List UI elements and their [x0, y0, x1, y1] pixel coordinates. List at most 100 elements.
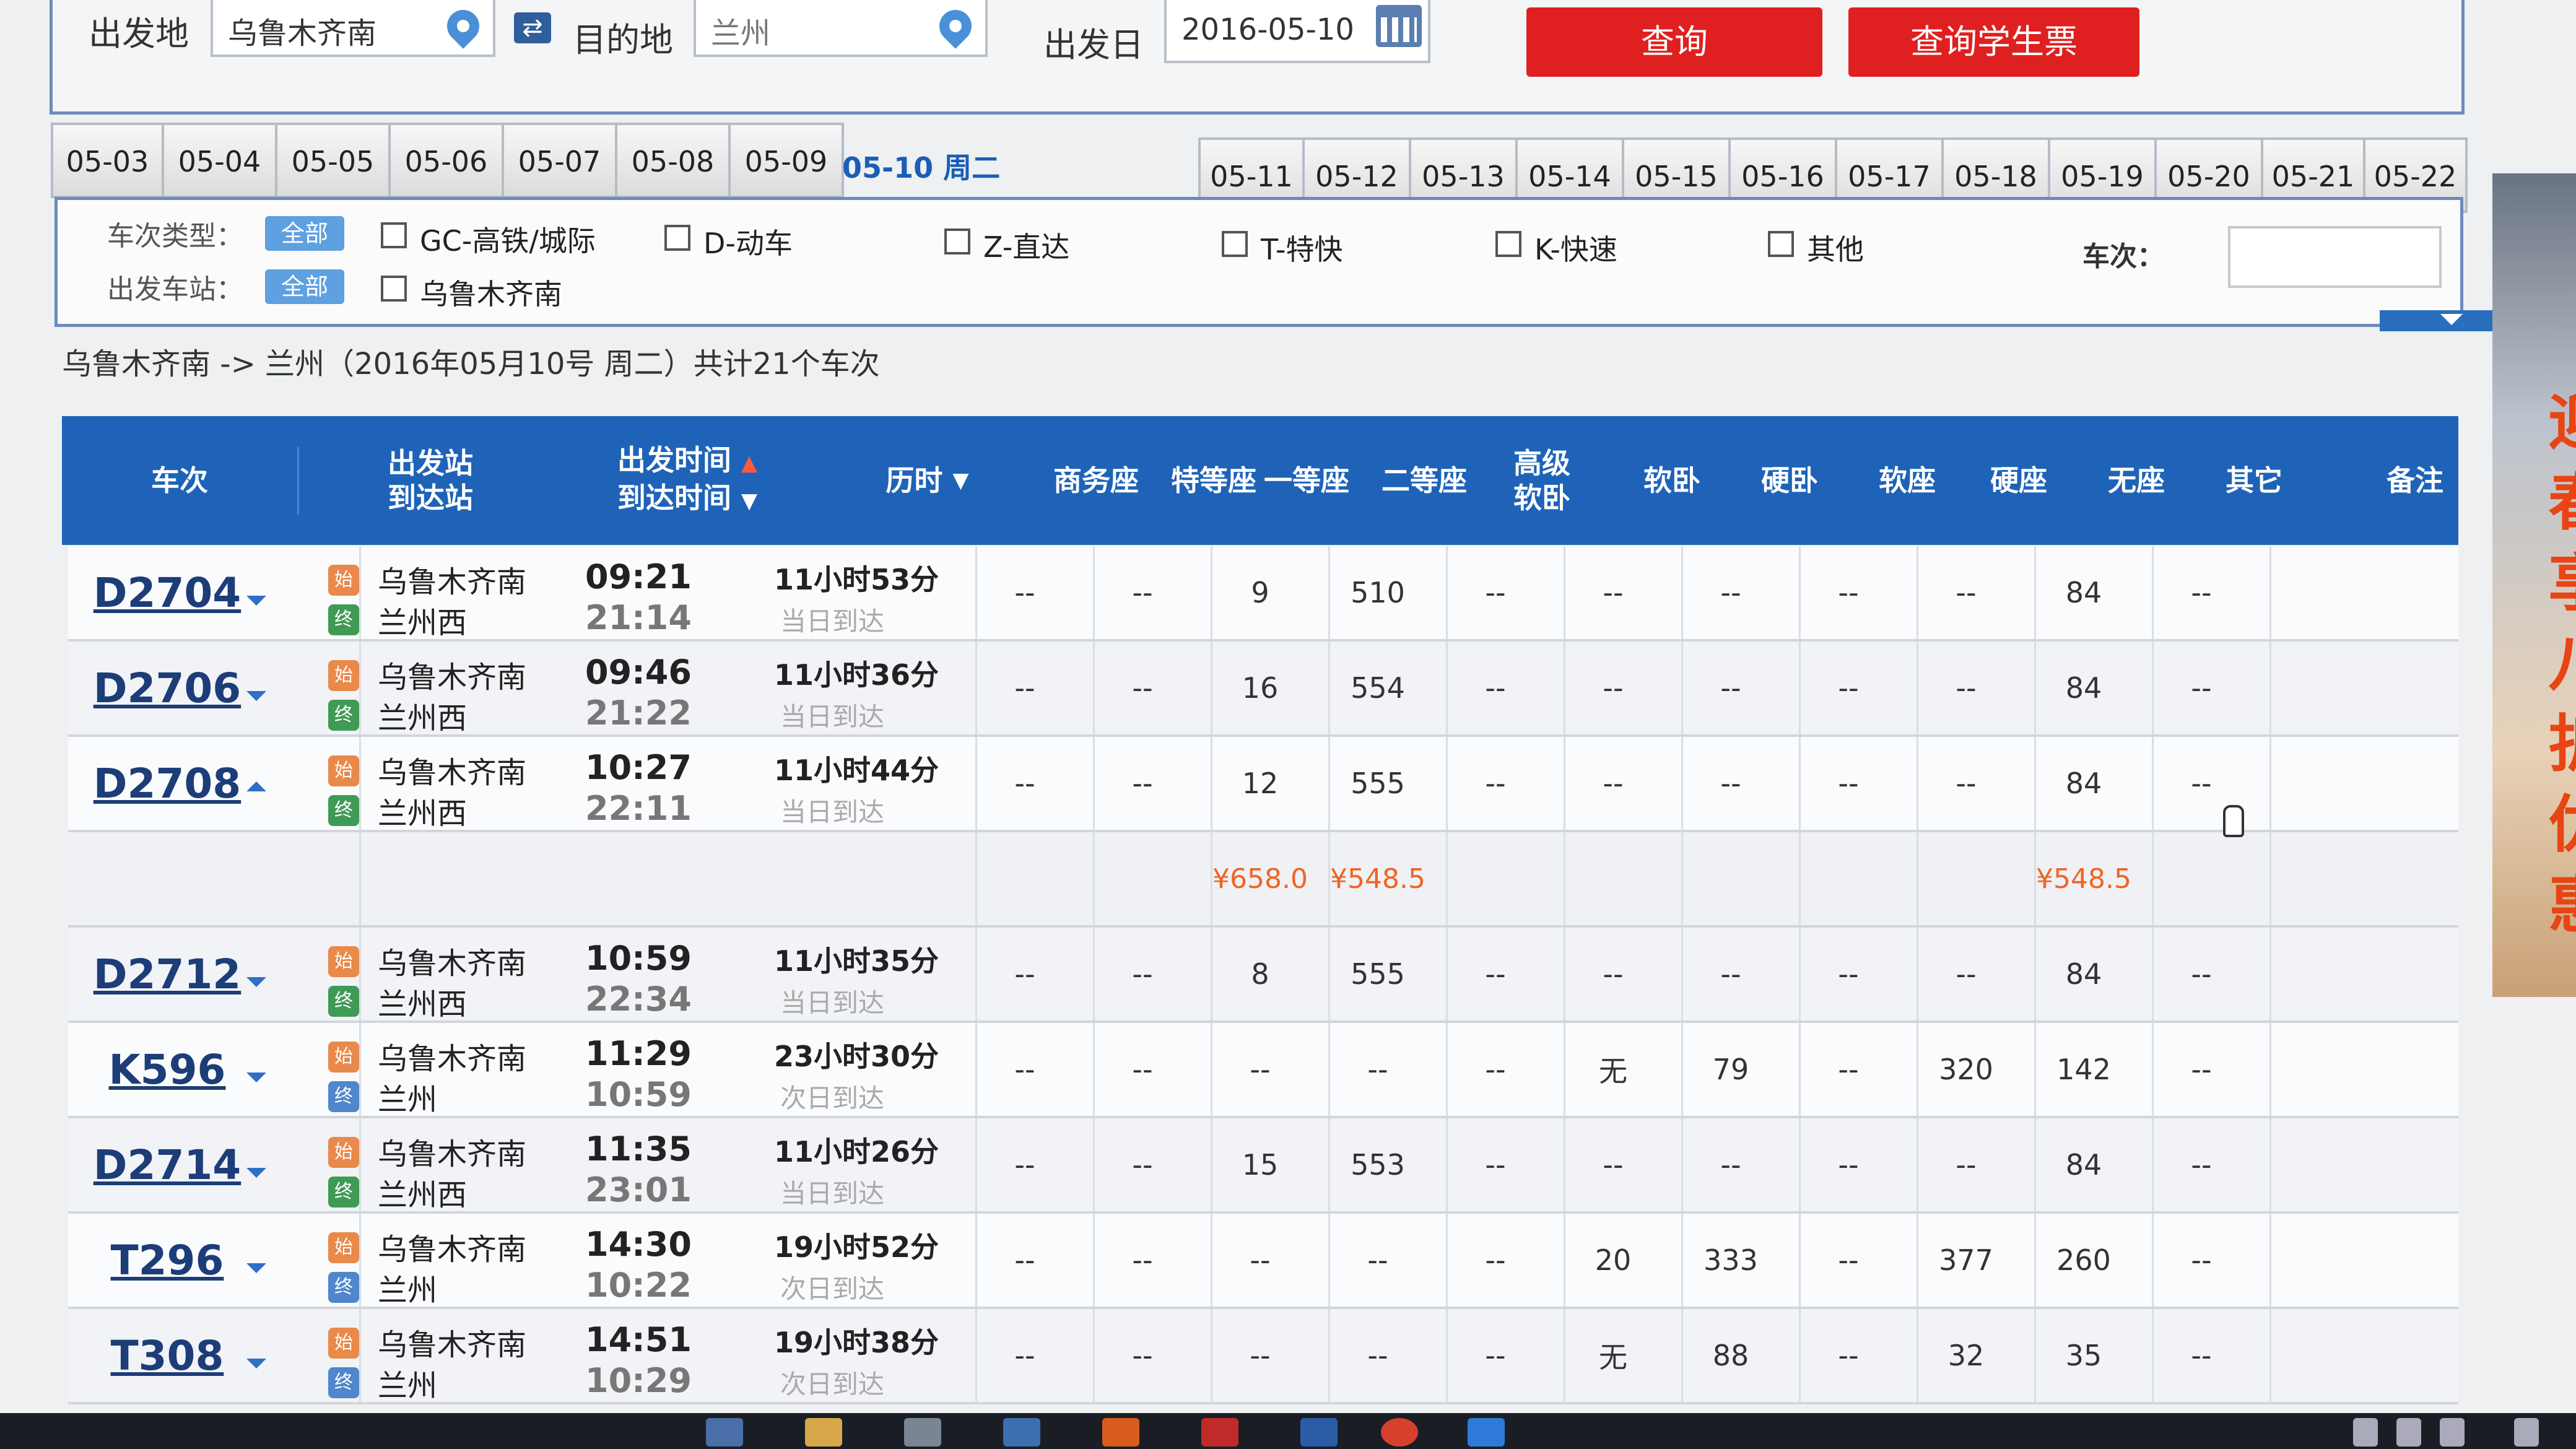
seat-second[interactable]: 554 — [1322, 642, 1434, 734]
taskbar-app-icon[interactable] — [1003, 1418, 1040, 1447]
table-row[interactable]: T296 始终乌鲁木齐南 兰州 14:30 10:22 19小时52分 次日到达 -- -- --… — [68, 1214, 2458, 1309]
swap-icon[interactable]: ⇄ — [514, 12, 551, 43]
seat-no_seat[interactable]: 84 — [2028, 1118, 2139, 1211]
table-row[interactable]: T308 始终乌鲁木齐南 兰州 14:51 10:29 19小时38分 次日到达 -- -- --… — [68, 1309, 2458, 1404]
table-row[interactable]: D2712 始终乌鲁木齐南 兰州西 10:59 22:34 11小时35分 当日到达 -- --… — [68, 928, 2458, 1023]
seat-soft_sleeper[interactable]: 无 — [1557, 1309, 1669, 1402]
chevron-down-icon[interactable] — [246, 596, 266, 606]
from-input[interactable]: 乌鲁木齐南 — [211, 0, 495, 57]
seat-business: -- — [1014, 1053, 1035, 1086]
table-row[interactable]: D2706 始终乌鲁木齐南 兰州西 09:46 21:22 11小时36分 当日到达 -- --… — [68, 642, 2458, 737]
tray-icon[interactable] — [2396, 1418, 2421, 1447]
checkbox[interactable] — [381, 222, 407, 248]
train-number-link[interactable]: T308 — [68, 1309, 266, 1402]
departure-station-icon: 始 — [328, 565, 359, 596]
calendar-icon[interactable] — [1376, 5, 1422, 47]
train-number-link[interactable]: D2704 — [68, 546, 266, 639]
price-no-seat[interactable]: ¥548.5 — [2028, 832, 2139, 925]
train-number-link[interactable]: K596 — [68, 1023, 266, 1116]
seat-no_seat[interactable]: 35 — [2028, 1309, 2139, 1402]
location-pin-icon[interactable] — [440, 3, 486, 49]
taskbar-app-icon[interactable] — [904, 1418, 941, 1447]
folder-icon[interactable] — [805, 1418, 842, 1447]
chevron-up-icon[interactable] — [246, 781, 266, 791]
seat-hard_seat[interactable]: 377 — [1910, 1214, 2022, 1307]
train-number-link[interactable]: D2714 — [68, 1118, 266, 1211]
chrome-icon[interactable] — [1381, 1418, 1418, 1447]
checkbox[interactable] — [664, 225, 690, 251]
word-icon[interactable] — [1300, 1418, 1338, 1447]
seat-first[interactable]: 8 — [1204, 928, 1316, 1020]
seat-soft_sleeper[interactable]: 无 — [1557, 1023, 1669, 1116]
table-row[interactable]: D2704 始终乌鲁木齐南 兰州西 09:21 21:14 11小时53分 当日到达 -- --… — [68, 546, 2458, 642]
chevron-down-icon[interactable] — [246, 1168, 266, 1178]
seat-second[interactable]: 553 — [1322, 1118, 1434, 1211]
table-row[interactable]: K596 始终乌鲁木齐南 兰州 11:29 10:59 23小时30分 次日到达 -- -- --… — [68, 1023, 2458, 1118]
seat-second[interactable]: 510 — [1322, 546, 1434, 639]
checkbox[interactable] — [381, 276, 407, 302]
date-tab[interactable]: 05-06 — [391, 123, 504, 198]
seat-hard_seat[interactable]: 320 — [1910, 1023, 2022, 1116]
tray-icon[interactable] — [2514, 1418, 2539, 1447]
train-number-link[interactable]: D2706 — [68, 642, 266, 734]
checkbox[interactable] — [1495, 231, 1521, 257]
date-tab[interactable]: 05-07 — [504, 123, 617, 198]
seat-hard_sleeper[interactable]: 79 — [1675, 1023, 1786, 1116]
seat-hard_sleeper[interactable]: 333 — [1675, 1214, 1786, 1307]
price-first[interactable]: ¥658.0 — [1204, 832, 1316, 925]
table-row[interactable]: D2714 始终乌鲁木齐南 兰州西 11:35 23:01 11小时26分 当日到达 -- --… — [68, 1118, 2458, 1214]
seat-first[interactable]: 9 — [1204, 546, 1316, 639]
seat-first[interactable]: 15 — [1204, 1118, 1316, 1211]
seat-second[interactable]: 555 — [1322, 928, 1434, 1020]
date-tab[interactable]: 05-08 — [617, 123, 731, 198]
seat-soft_sleeper[interactable]: 20 — [1557, 1214, 1669, 1307]
side-ad-banner[interactable]: 迎春享八折优惠 — [2492, 173, 2576, 997]
seat-no_seat[interactable]: 84 — [2028, 546, 2139, 639]
ie-browser-icon[interactable] — [1468, 1418, 1505, 1447]
os-taskbar — [0, 1413, 2576, 1449]
checkbox[interactable] — [1768, 231, 1794, 257]
chevron-down-icon[interactable] — [246, 691, 266, 701]
all-types-button[interactable]: 全部 — [265, 216, 344, 251]
seat-no_seat[interactable]: 142 — [2028, 1023, 2139, 1116]
seat-first[interactable]: 16 — [1204, 642, 1316, 734]
col-train[interactable]: 车次 — [62, 416, 297, 545]
seat-no_seat[interactable]: 260 — [2028, 1214, 2139, 1307]
seat-no_seat[interactable]: 84 — [2028, 642, 2139, 734]
chevron-down-icon[interactable] — [246, 1359, 266, 1368]
tray-icon[interactable] — [2353, 1418, 2378, 1447]
train-number-link[interactable]: T296 — [68, 1214, 266, 1307]
col-times[interactable]: 出发时间 ▲ 到达时间 ▼ — [557, 416, 817, 545]
train-number-link[interactable]: D2712 — [68, 928, 266, 1020]
seat-hard_seat[interactable]: 32 — [1910, 1309, 2022, 1402]
query-button[interactable]: 查询 — [1526, 7, 1822, 77]
to-input[interactable]: 兰州 — [694, 0, 988, 57]
checkbox[interactable] — [1222, 231, 1248, 257]
checkbox[interactable] — [944, 228, 970, 255]
train-no-input[interactable] — [2228, 226, 2442, 288]
date-input[interactable]: 2016-05-10 — [1164, 0, 1430, 63]
location-pin-icon[interactable] — [933, 3, 978, 49]
table-row[interactable]: D2708 始终乌鲁木齐南 兰州西 10:27 22:11 11小时44分 当日到达 -- --… — [68, 737, 2458, 832]
seat-no_seat[interactable]: 84 — [2028, 928, 2139, 1020]
chevron-down-icon[interactable] — [246, 1263, 266, 1273]
tray-icon[interactable] — [2440, 1418, 2465, 1447]
seat-second[interactable]: 555 — [1322, 737, 1434, 830]
date-tab[interactable]: 05-03 — [51, 123, 164, 198]
date-tab[interactable]: 05-05 — [277, 123, 391, 198]
taskbar-app-icon[interactable] — [1102, 1418, 1139, 1447]
date-tab[interactable]: 05-04 — [164, 123, 277, 198]
seat-first[interactable]: 12 — [1204, 737, 1316, 830]
taskbar-app-icon[interactable] — [1201, 1418, 1238, 1447]
seat-hard_sleeper[interactable]: 88 — [1675, 1309, 1786, 1402]
chevron-down-icon[interactable] — [246, 1073, 266, 1082]
seat-no_seat[interactable]: 84 — [2028, 737, 2139, 830]
train-number-link[interactable]: D2708 — [68, 737, 266, 830]
taskbar-app-icon[interactable] — [706, 1418, 743, 1447]
query-student-button[interactable]: 查询学生票 — [1848, 7, 2139, 77]
chevron-down-icon[interactable] — [246, 977, 266, 987]
date-tab[interactable]: 05-09 — [731, 123, 844, 198]
price-second[interactable]: ¥548.5 — [1322, 832, 1434, 925]
date-tab-current[interactable]: 05-10 周二 — [842, 146, 1000, 186]
all-stations-button[interactable]: 全部 — [265, 269, 344, 304]
